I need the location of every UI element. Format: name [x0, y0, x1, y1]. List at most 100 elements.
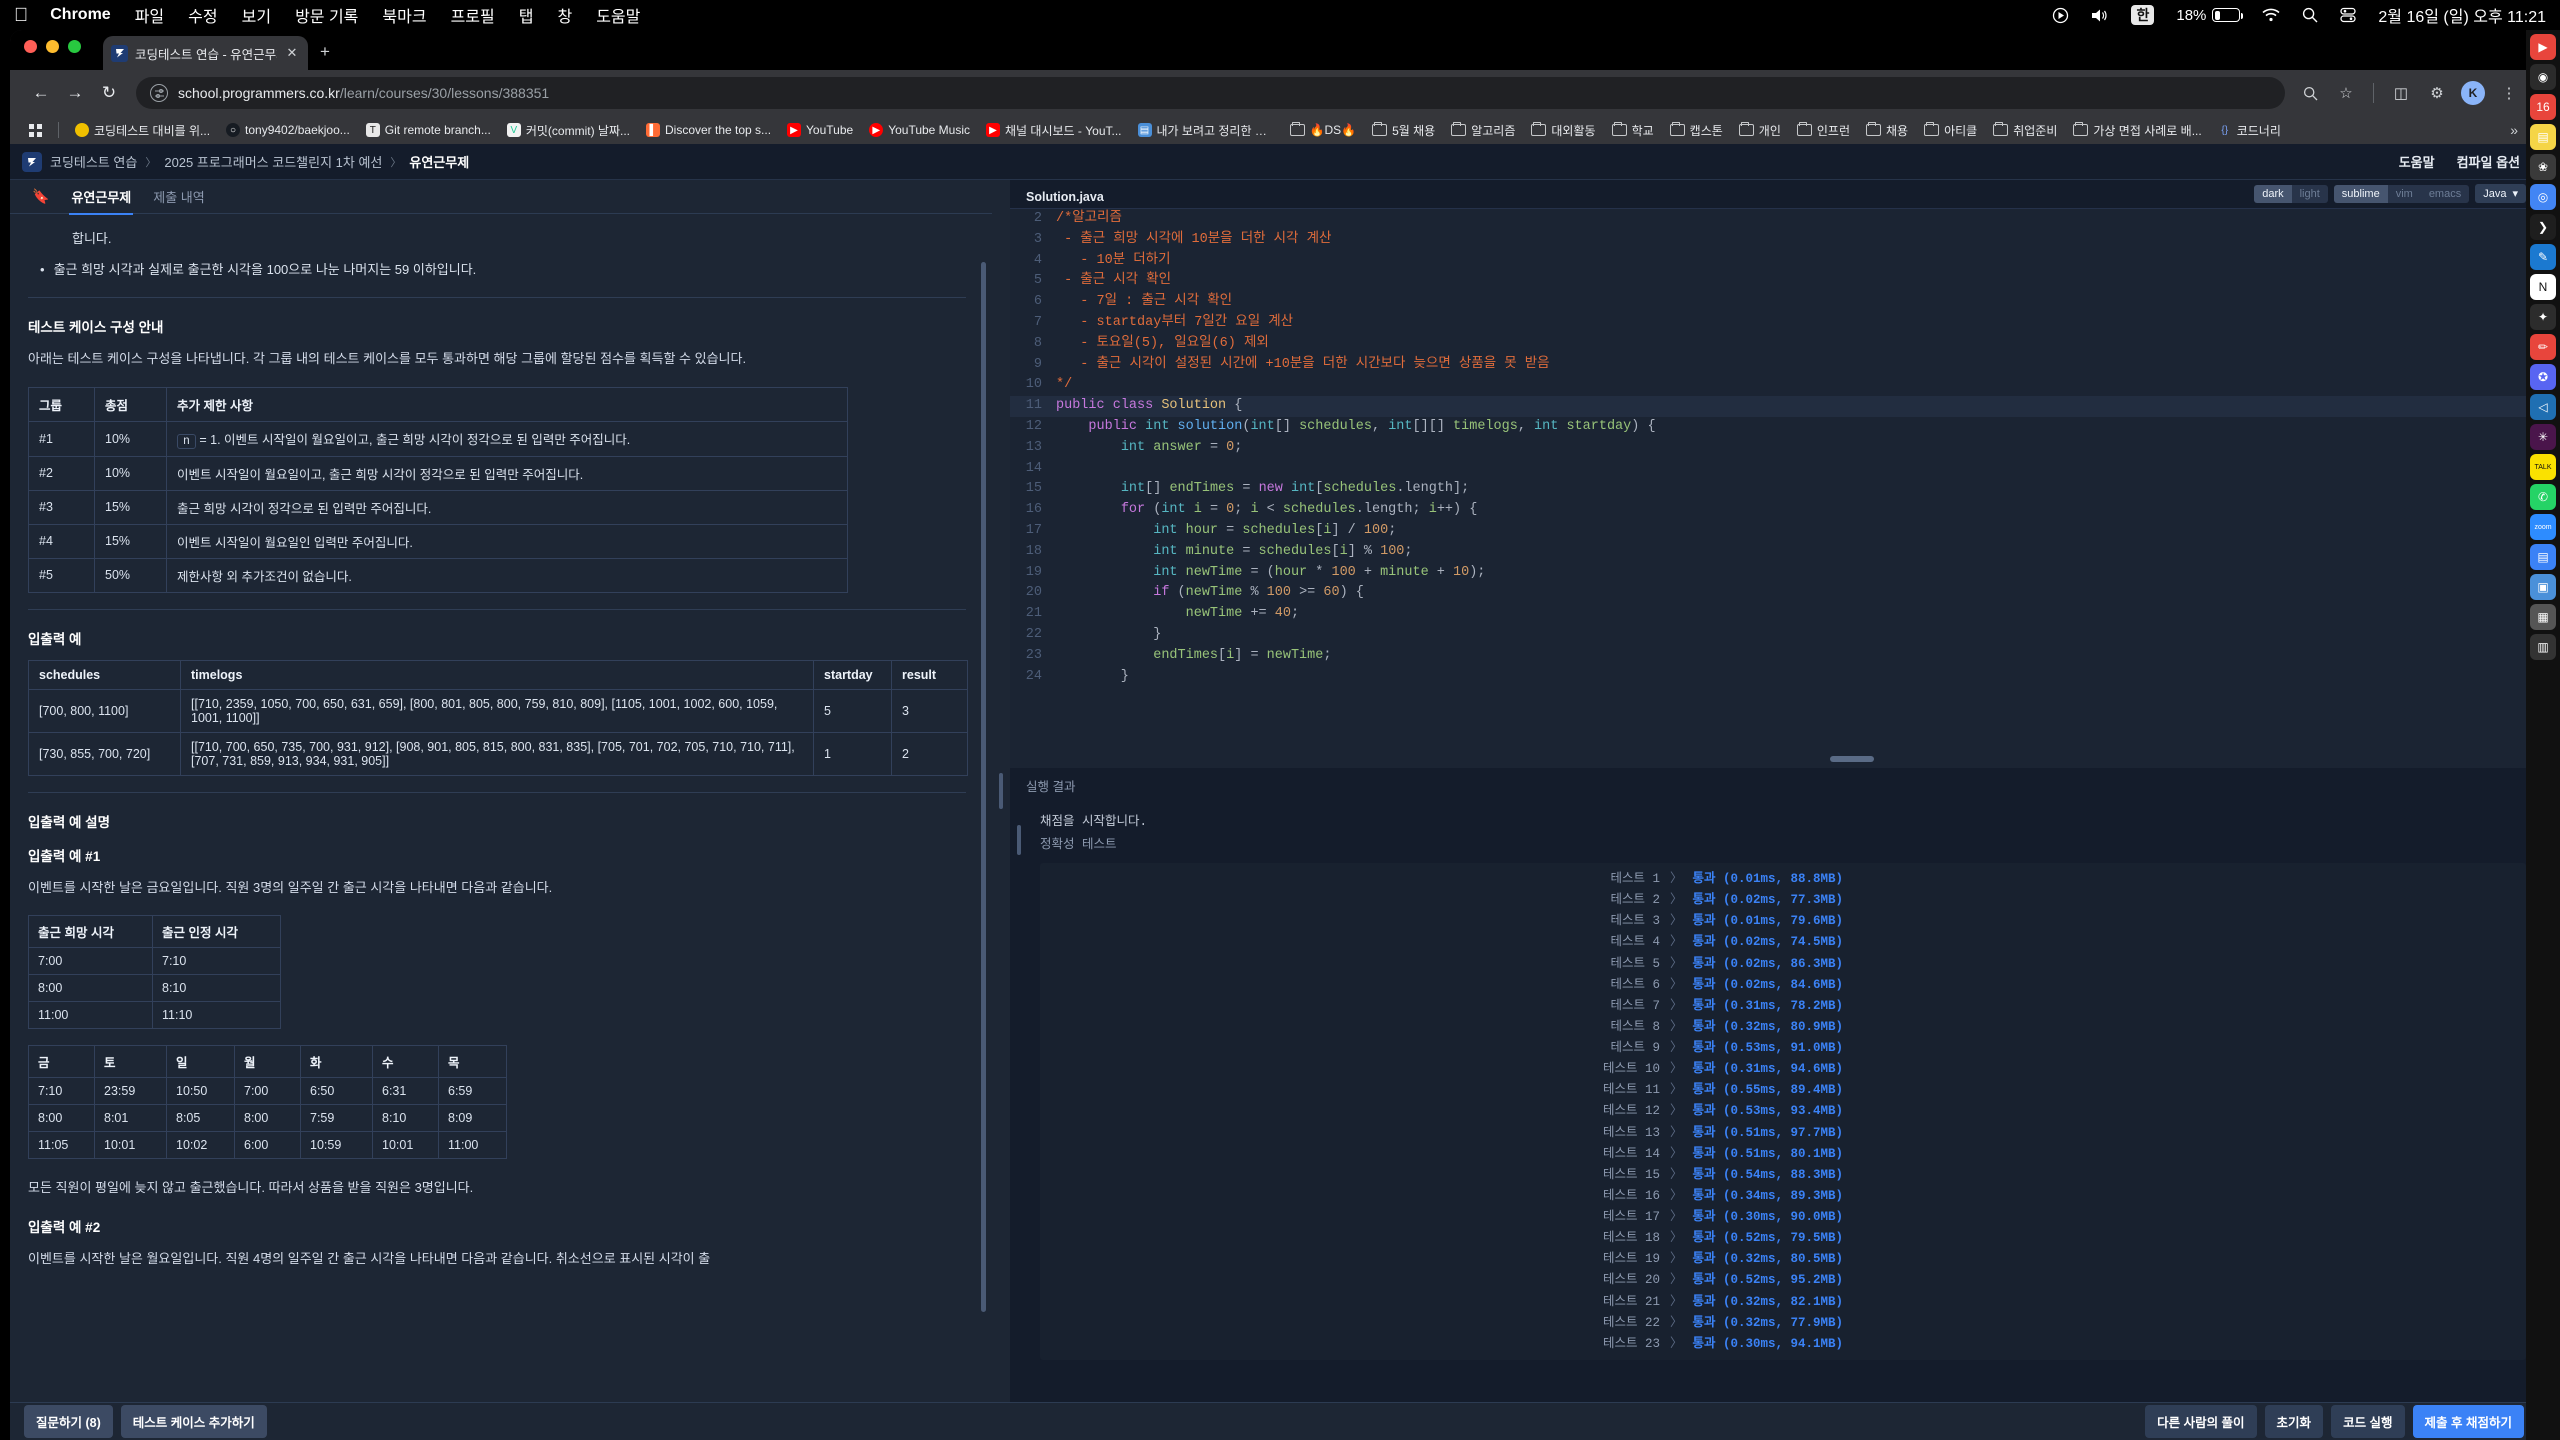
tab-submissions[interactable]: 제출 내역: [151, 180, 206, 214]
apps-grid-icon[interactable]: [22, 121, 49, 140]
code-line[interactable]: 21 newTime += 40;: [1010, 604, 2538, 625]
terminal-icon[interactable]: ❯: [2530, 214, 2556, 240]
bookmark-item-15[interactable]: 개인: [1732, 119, 1788, 142]
reset-button[interactable]: 초기화: [2264, 1405, 2324, 1438]
left-scrollbar[interactable]: [981, 262, 986, 1312]
bookmark-item-12[interactable]: 대외활동: [1524, 119, 1602, 142]
discord-icon[interactable]: ✪: [2530, 364, 2556, 390]
music-icon[interactable]: ▶: [2530, 34, 2556, 60]
reload-icon[interactable]: ↻: [92, 76, 126, 110]
zoom-icon[interactable]: [2295, 78, 2325, 108]
code-line[interactable]: 11 public class Solution {: [1010, 396, 2538, 417]
code-line[interactable]: 20 if (newTime % 100 >= 60) {: [1010, 583, 2538, 604]
add-testcase-button[interactable]: 테스트 케이스 추가하기: [120, 1405, 267, 1438]
bookmark-item-2[interactable]: T Git remote branch...: [359, 120, 498, 140]
breadcrumb-item-1[interactable]: 2025 프로그래머스 코드챌린지 1차 예선: [164, 152, 382, 171]
calendar-16-icon[interactable]: 16: [2530, 94, 2556, 120]
search-icon[interactable]: [2302, 7, 2318, 23]
menu-window[interactable]: 창: [557, 3, 572, 27]
code-line[interactable]: 9 - 출근 시각이 설정된 시간에 +10분을 더한 시간보다 늦으면 상품을…: [1010, 355, 2538, 376]
help-link[interactable]: 도움말: [2399, 152, 2435, 171]
code-line[interactable]: 23 endTimes[i] = newTime;: [1010, 646, 2538, 667]
menu-help[interactable]: 도움말: [596, 3, 640, 27]
vscode-icon[interactable]: ◁: [2530, 394, 2556, 420]
bookmark-item-21[interactable]: {} 코드너리: [2211, 119, 2288, 142]
code-line[interactable]: 7 - startday부터 7일간 요일 계산: [1010, 313, 2538, 334]
menu-history[interactable]: 방문 기록: [295, 3, 358, 27]
bookmark-item-19[interactable]: 취업준비: [1986, 119, 2064, 142]
ask-question-button[interactable]: 질문하기 (8): [24, 1405, 113, 1438]
bookmark-icon[interactable]: 🔖: [32, 188, 49, 205]
bookmark-item-5[interactable]: ▶ YouTube: [780, 120, 860, 140]
apple-menu-icon[interactable]: : [14, 6, 28, 25]
theme-dark-option[interactable]: dark: [2254, 184, 2292, 203]
puzzle-icon[interactable]: ⚙: [2422, 78, 2452, 108]
menu-view[interactable]: 보기: [242, 3, 271, 27]
bookmark-item-16[interactable]: 인프런: [1790, 119, 1857, 142]
tune-icon[interactable]: [150, 84, 168, 102]
splitter-grip[interactable]: [999, 773, 1003, 809]
menu-chrome[interactable]: Chrome: [50, 6, 110, 24]
bookmark-item-4[interactable]: ▌ Discover the top s...: [639, 120, 778, 140]
submit-button[interactable]: 제출 후 채점하기: [2412, 1405, 2524, 1438]
bookmark-item-17[interactable]: 채용: [1859, 119, 1915, 142]
result-resize-grip[interactable]: [1010, 799, 1028, 1402]
arrow-left-icon[interactable]: ←: [24, 76, 58, 110]
code-line[interactable]: 19 int newTime = (hour * 100 + minute + …: [1010, 563, 2538, 584]
language-select[interactable]: Java ▾: [2475, 184, 2526, 203]
bookmark-item-3[interactable]: V 커밋(commit) 날짜...: [500, 119, 637, 142]
browser-tab[interactable]: 코딩테스트 연습 - 유연근무제 | 프로 ✕: [103, 36, 308, 70]
notion-icon[interactable]: N: [2530, 274, 2556, 300]
other-solutions-button[interactable]: 다른 사람의 풀이: [2145, 1405, 2257, 1438]
bookmark-item-1[interactable]: ○ tony9402/baekjoo...: [219, 120, 357, 140]
bookmark-item-13[interactable]: 학교: [1605, 119, 1661, 142]
panel-splitter[interactable]: [992, 180, 1010, 1402]
editor-horizontal-scrollbar[interactable]: [1830, 756, 1874, 762]
compile-options-link[interactable]: 컴파일 옵션: [2457, 152, 2520, 171]
folder-blue-icon[interactable]: ▣: [2530, 574, 2556, 600]
code-lines[interactable]: 2/*알고리즘 3 - 출근 희망 시각에 10분을 더한 시각 계산 4 - 10…: [1010, 209, 2538, 687]
window-controls[interactable]: [24, 30, 81, 70]
code-line[interactable]: 22 }: [1010, 625, 2538, 646]
slack-icon[interactable]: ✳: [2530, 424, 2556, 450]
code-line[interactable]: 24 }: [1010, 667, 2538, 688]
code-line[interactable]: 2 /*알고리즘: [1010, 209, 2538, 230]
keymap-vim-option[interactable]: vim: [2387, 184, 2421, 203]
avatar[interactable]: K: [2458, 78, 2488, 108]
keymap-emacs-option[interactable]: emacs: [2420, 184, 2470, 203]
problem-body[interactable]: 합니다. 출근 희망 시각과 실제로 출근한 시각을 100으로 나눈 나머지는…: [10, 214, 992, 1402]
close-icon[interactable]: ✕: [284, 45, 300, 61]
code-line[interactable]: 3 - 출근 희망 시각에 10분을 더한 시각 계산: [1010, 230, 2538, 251]
kakao-icon[interactable]: TALK: [2530, 454, 2556, 480]
close-window-button[interactable]: [24, 39, 37, 53]
globe-icon[interactable]: ◉: [2530, 64, 2556, 90]
code-line[interactable]: 17 int hour = schedules[i] / 100;: [1010, 521, 2538, 542]
files-icon[interactable]: ▤: [2530, 544, 2556, 570]
bookmark-item-7[interactable]: ▶ 채널 대시보드 - YouT...: [979, 119, 1129, 142]
trash-icon[interactable]: ▥: [2530, 634, 2556, 660]
ime-indicator[interactable]: 한: [2131, 5, 2155, 25]
figma-icon[interactable]: ✦: [2530, 304, 2556, 330]
theme-light-option[interactable]: light: [2291, 184, 2328, 203]
code-line[interactable]: 18 int minute = schedules[i] % 100;: [1010, 542, 2538, 563]
keymap-toggle[interactable]: sublime vim emacs: [2333, 184, 2470, 203]
code-editor[interactable]: 2/*알고리즘 3 - 출근 희망 시각에 10분을 더한 시각 계산 4 - 10…: [1010, 208, 2538, 768]
bookmark-item-0[interactable]: 코딩테스트 대비를 위...: [68, 119, 217, 142]
bookmark-item-20[interactable]: 가상 면접 사례로 배...: [2066, 119, 2208, 142]
code-line[interactable]: 15 int[] endTimes = new int[schedules.le…: [1010, 479, 2538, 500]
menu-bookmarks[interactable]: 북마크: [382, 3, 426, 27]
code-line[interactable]: 4 - 10분 더하기: [1010, 251, 2538, 272]
maximize-window-button[interactable]: [68, 39, 81, 53]
kebab-menu-icon[interactable]: ⋮: [2494, 78, 2524, 108]
menu-profiles[interactable]: 프로필: [451, 3, 495, 27]
code-line[interactable]: 6 - 7일 : 출근 시각 확인: [1010, 292, 2538, 313]
code-line[interactable]: 13 int answer = 0;: [1010, 438, 2538, 459]
whatsapp-icon[interactable]: ✆: [2530, 484, 2556, 510]
photos-icon[interactable]: ❀: [2530, 154, 2556, 180]
plus-icon[interactable]: +: [320, 42, 330, 62]
menu-tab[interactable]: 탭: [519, 3, 534, 27]
bookmark-item-8[interactable]: ▤ 내가 보려고 정리한 정...: [1131, 119, 1281, 142]
code-line[interactable]: 8 - 토요일(5), 일요일(6) 제외: [1010, 334, 2538, 355]
chrome-icon[interactable]: ◎: [2530, 184, 2556, 210]
run-code-button[interactable]: 코드 실행: [2331, 1405, 2405, 1438]
